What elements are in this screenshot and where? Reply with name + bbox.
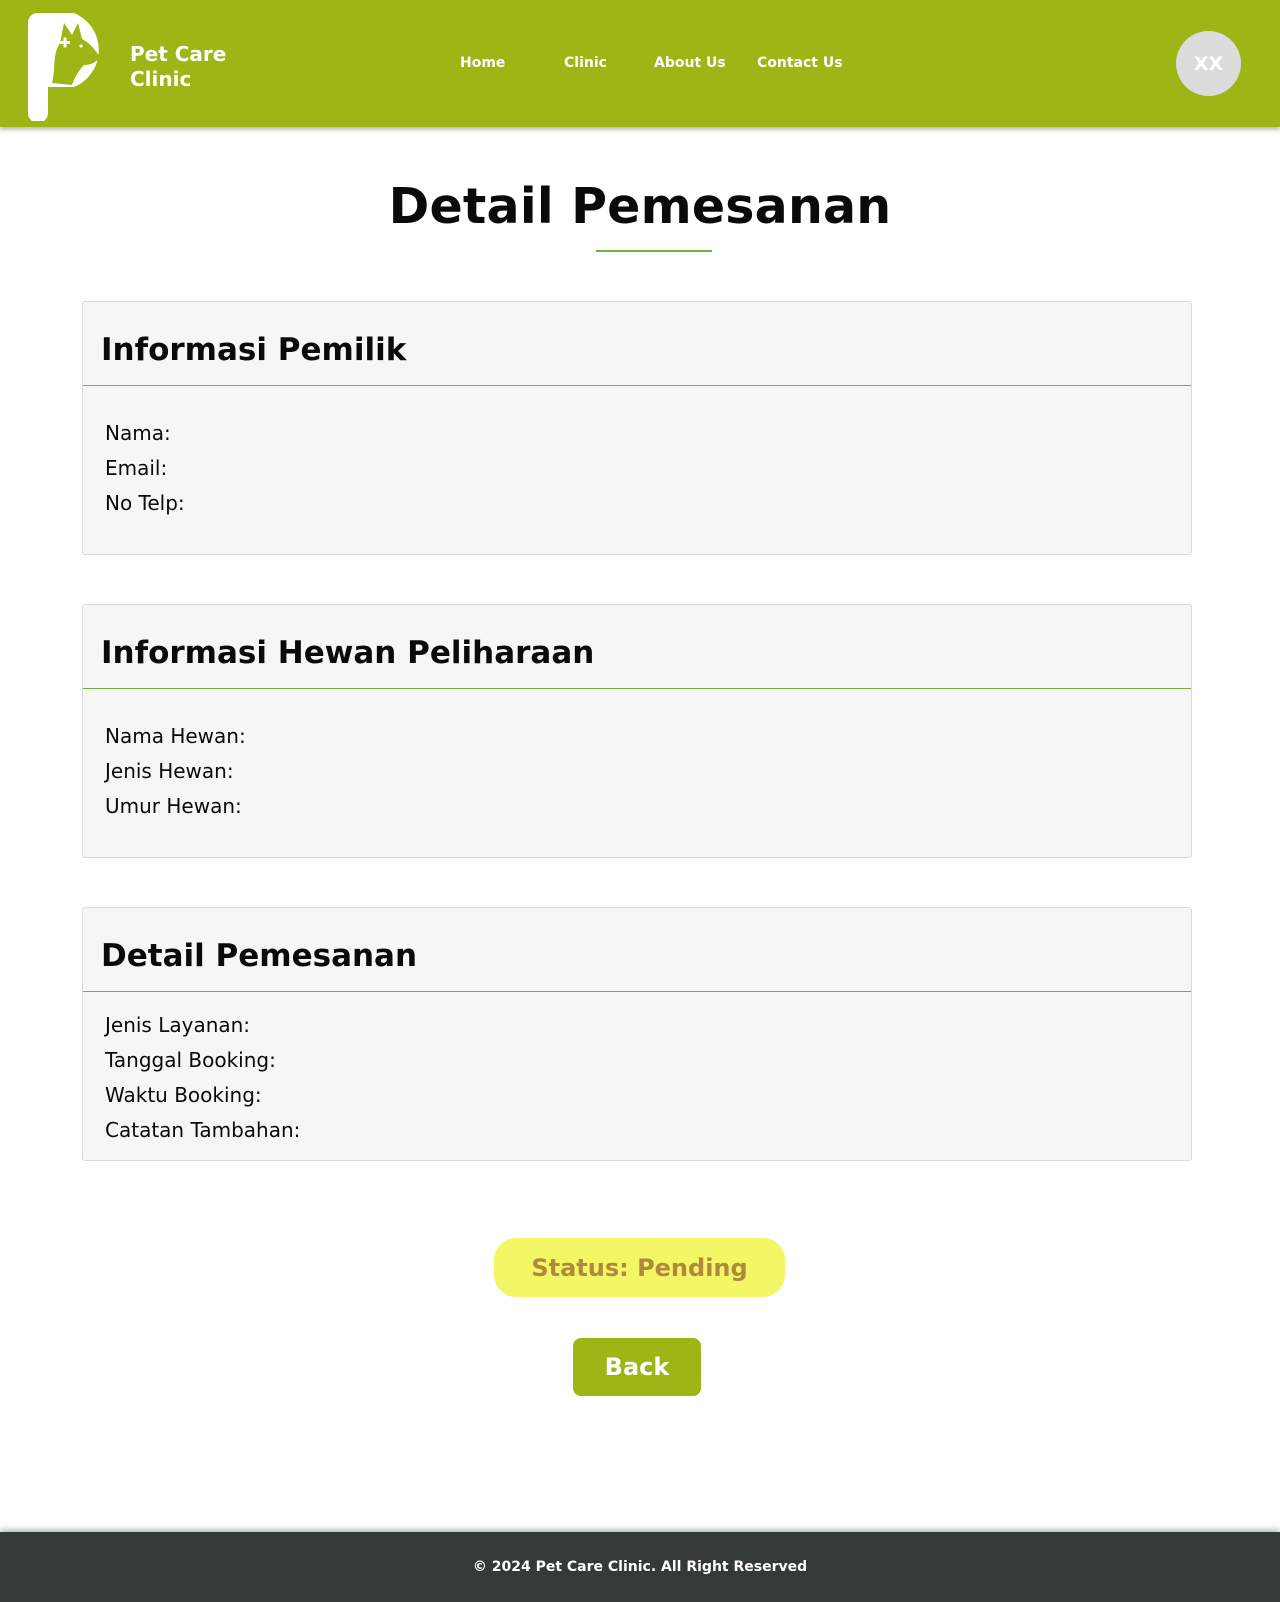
field-label: Nama: — [105, 421, 171, 445]
booking-detail-card: Detail Pemesanan Jenis Layanan: Tanggal … — [82, 907, 1192, 1161]
card-header: Informasi Hewan Peliharaan — [83, 605, 1191, 689]
card-header: Detail Pemesanan — [83, 908, 1191, 992]
nav-link-contact-us[interactable]: Contact Us — [757, 55, 843, 71]
field-label: Jenis Hewan: — [105, 759, 234, 783]
card-body: Jenis Layanan: Tanggal Booking: Waktu Bo… — [83, 992, 1191, 1148]
service-type-field: Jenis Layanan: — [105, 1008, 1191, 1043]
pet-age-field: Umur Hewan: — [105, 789, 1191, 824]
navbar: Pet Care Clinic Home Clinic About Us Con… — [0, 0, 1280, 127]
field-label: Jenis Layanan: — [105, 1013, 251, 1037]
field-label: Nama Hewan: — [105, 724, 246, 748]
card-body: Nama Hewan: Jenis Hewan: Umur Hewan: — [83, 689, 1191, 824]
page-title: Detail Pemesanan — [388, 178, 892, 235]
field-label: Tanggal Booking: — [105, 1048, 276, 1072]
pet-name-field: Nama Hewan: — [105, 719, 1191, 754]
back-button[interactable]: Back — [573, 1338, 701, 1396]
owner-info-title: Informasi Pemilik — [101, 332, 407, 368]
booking-time-field: Waktu Booking: — [105, 1078, 1191, 1113]
pet-info-title: Informasi Hewan Peliharaan — [101, 635, 595, 671]
field-label: Email: — [105, 456, 168, 480]
card-body: Nama: Email: No Telp: — [83, 386, 1191, 521]
owner-phone-field: No Telp: — [105, 486, 1191, 521]
additional-notes-field: Catatan Tambahan: — [105, 1113, 1191, 1148]
field-label: Waktu Booking: — [105, 1083, 262, 1107]
status-badge: Status: Pending — [494, 1238, 785, 1297]
field-label: No Telp: — [105, 491, 185, 515]
footer-copyright: © 2024 Pet Care Clinic. All Right Reserv… — [472, 1559, 808, 1575]
nav-links: Home Clinic About Us Contact Us — [0, 55, 1280, 75]
title-underline — [596, 250, 712, 252]
footer: © 2024 Pet Care Clinic. All Right Reserv… — [0, 1532, 1280, 1602]
pet-info-card: Informasi Hewan Peliharaan Nama Hewan: J… — [82, 604, 1192, 858]
user-avatar[interactable]: XX — [1176, 31, 1241, 96]
booking-date-field: Tanggal Booking: — [105, 1043, 1191, 1078]
pet-type-field: Jenis Hewan: — [105, 754, 1191, 789]
field-label: Catatan Tambahan: — [105, 1118, 301, 1142]
card-header: Informasi Pemilik — [83, 302, 1191, 386]
nav-link-about-us[interactable]: About Us — [654, 55, 726, 71]
owner-name-field: Nama: — [105, 416, 1191, 451]
nav-link-home[interactable]: Home — [460, 55, 505, 71]
owner-info-card: Informasi Pemilik Nama: Email: No Telp: — [82, 301, 1192, 555]
booking-detail-title: Detail Pemesanan — [101, 938, 418, 974]
owner-email-field: Email: — [105, 451, 1191, 486]
nav-link-clinic[interactable]: Clinic — [564, 55, 607, 71]
field-label: Umur Hewan: — [105, 794, 242, 818]
